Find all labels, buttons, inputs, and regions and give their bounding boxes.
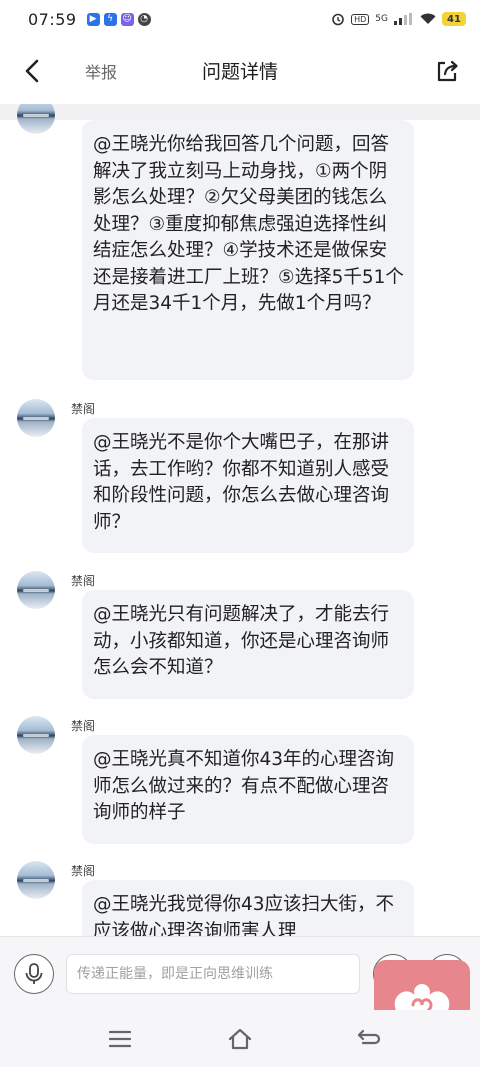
user-nickname[interactable]: 禁阁 (71, 572, 95, 589)
play-app-icon: ▶ (86, 12, 100, 26)
avatar[interactable] (17, 861, 55, 899)
message-bubble: @王晓光不是你个大嘴巴子，在那讲话，去工作哟？你都不知道别人感受和阶段性问题，你… (82, 418, 414, 553)
compass-app-icon: ◔ (137, 12, 151, 26)
message-bubble: @王晓光真不知道你43年的心理咨询师怎么做过来的？有点不配做心理咨询师的样子 (82, 735, 414, 844)
battery-indicator: 41 (442, 12, 466, 26)
user-nickname[interactable]: 禁阁 (71, 717, 95, 734)
back-icon[interactable] (355, 1026, 381, 1052)
status-bar: 07:59 ▶ ϟ ☺ ◔ HD 5G 41 (0, 0, 480, 38)
page-header: 举报 问题详情 (0, 38, 480, 104)
thread-divider (0, 104, 480, 120)
lightning-app-icon: ϟ (103, 12, 117, 26)
status-time: 07:59 (28, 9, 77, 29)
comment-input[interactable] (66, 954, 360, 994)
message-bubble: @王晓光只有问题解决了，才能去行动，小孩都知道，你还是心理咨询师怎么会不知道？ (82, 590, 414, 699)
share-icon[interactable] (434, 58, 460, 84)
microphone-icon (25, 963, 43, 984)
avatar[interactable] (17, 571, 55, 609)
message-bubble: @王晓光我觉得你43应该扫大街，不应该做心理咨询师害人理 (82, 880, 414, 936)
bot-app-icon: ☺ (120, 12, 134, 26)
avatar[interactable] (17, 104, 55, 134)
comment-thread[interactable]: @王晓光你给我回答几个问题，回答解决了我立刻马上动身找，①两个阴影怎么处理？②欠… (0, 104, 480, 936)
wifi-icon (420, 13, 436, 25)
notification-icons: ▶ ϟ ☺ ◔ (86, 12, 151, 26)
home-icon[interactable] (227, 1026, 253, 1052)
user-nickname[interactable]: 禁阁 (71, 862, 95, 879)
microphone-button[interactable] (14, 954, 54, 994)
avatar[interactable] (17, 399, 55, 437)
avatar[interactable] (17, 716, 55, 754)
status-indicators: HD 5G 41 (331, 12, 466, 26)
user-nickname[interactable]: 禁阁 (71, 400, 95, 417)
network-label: 5G (375, 14, 388, 24)
alarm-icon (331, 12, 345, 26)
page-title: 问题详情 (201, 61, 278, 83)
hd-icon: HD (351, 13, 370, 25)
message-bubble: @王晓光你给我回答几个问题，回答解决了我立刻马上动身找，①两个阴影怎么处理？②欠… (82, 120, 414, 380)
system-nav-bar (0, 1010, 480, 1067)
menu-icon[interactable] (107, 1026, 133, 1052)
signal-icon (394, 13, 414, 25)
